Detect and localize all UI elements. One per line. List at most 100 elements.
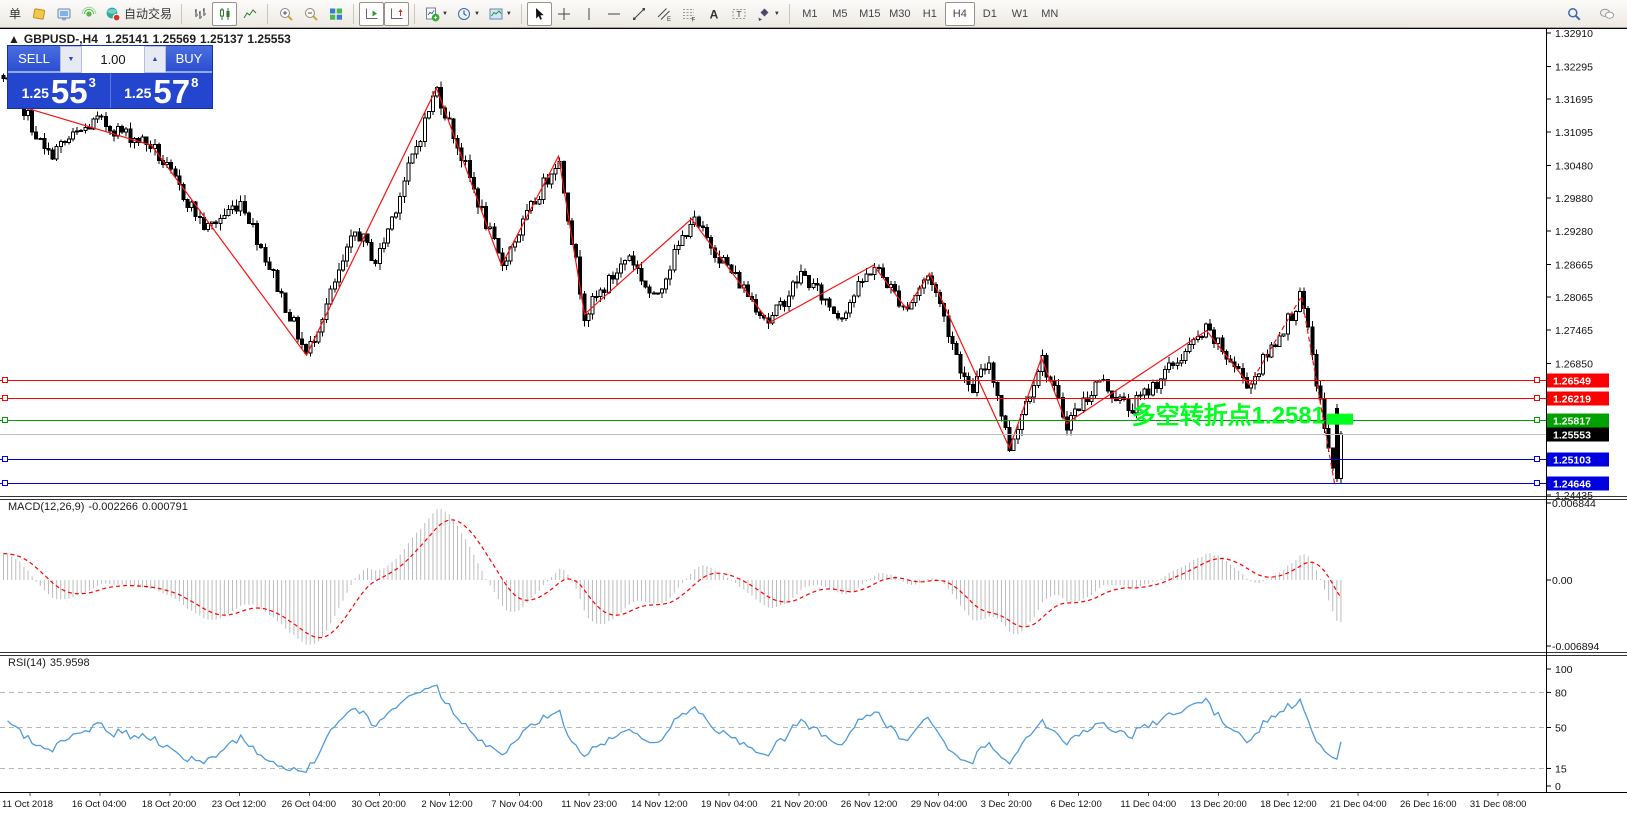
zoom-in-button[interactable] xyxy=(273,2,298,26)
svg-text:100: 100 xyxy=(1555,664,1573,676)
fibonacci-button[interactable]: F xyxy=(677,2,702,26)
timeframe-h1[interactable]: H1 xyxy=(915,2,945,26)
line-chart-button[interactable] xyxy=(237,2,262,26)
tile-windows-button[interactable] xyxy=(323,2,348,26)
timeframe-m30[interactable]: M30 xyxy=(885,2,915,26)
timeframe-mn[interactable]: MN xyxy=(1035,2,1065,26)
rsi-levels xyxy=(0,692,1546,768)
svg-text:A: A xyxy=(710,7,719,21)
svg-text:1.25103: 1.25103 xyxy=(1553,455,1591,467)
hline-1.25553[interactable]: 1.25553 xyxy=(0,428,1609,442)
toolbar: 单 自动交易 ▼ ▼ ▼ E F A T ▼ M1M5M15M30H1H4D1W1MN xyxy=(0,0,1627,28)
label-button[interactable]: T xyxy=(727,2,752,26)
hline-1.26219[interactable]: 1.26219 xyxy=(0,392,1609,406)
signals-button[interactable] xyxy=(76,2,101,26)
svg-text:0.00: 0.00 xyxy=(1552,575,1573,587)
trendline-button[interactable] xyxy=(627,2,652,26)
autotrade-icon xyxy=(105,6,121,22)
new-order-button[interactable]: 单 xyxy=(1,2,26,26)
chart-shift-button[interactable] xyxy=(384,2,409,26)
autotrade-button[interactable]: 自动交易 xyxy=(101,2,176,26)
macd-rsi-divider[interactable] xyxy=(0,655,1627,656)
svg-text:F: F xyxy=(692,17,696,22)
macd-rsi-divider[interactable] xyxy=(0,652,1627,653)
timeframe-m15[interactable]: M15 xyxy=(855,2,885,26)
rsi-name: RSI(14) xyxy=(8,657,46,669)
dropdown-caret-icon[interactable]: ▼ xyxy=(506,11,512,17)
buy-price-big: 57 xyxy=(153,78,190,105)
sell-button[interactable]: SELL xyxy=(8,46,60,73)
bar-chart-button[interactable] xyxy=(187,2,212,26)
dropdown-caret-icon[interactable]: ▼ xyxy=(774,11,780,17)
candlestick-chart-button[interactable] xyxy=(212,2,237,26)
macd-histogram xyxy=(4,509,1341,644)
hline-1.24646[interactable]: 1.24646 xyxy=(0,477,1609,491)
svg-text:-0.006894: -0.006894 xyxy=(1552,641,1599,653)
svg-text:80: 80 xyxy=(1555,687,1567,699)
shapes-button[interactable]: ▼ xyxy=(752,2,784,26)
timeframe-d1[interactable]: D1 xyxy=(975,2,1005,26)
turning-point-annotation[interactable]: 多空转折点1.2581 xyxy=(1132,402,1325,430)
svg-text:1.32295: 1.32295 xyxy=(1555,62,1593,74)
hline-1.26549[interactable]: 1.26549 xyxy=(0,374,1609,388)
svg-text:11 Dec 04:00: 11 Dec 04:00 xyxy=(1120,799,1176,810)
svg-text:50: 50 xyxy=(1555,723,1567,735)
collapse-arrow-icon[interactable]: ▲ xyxy=(8,32,20,46)
periods-button[interactable]: ▼ xyxy=(452,2,484,26)
toolbar-separator xyxy=(181,4,182,24)
monitor-icon xyxy=(56,6,72,22)
timeframe-h4[interactable]: H4 xyxy=(945,2,975,26)
hline-1.25103[interactable]: 1.25103 xyxy=(0,453,1609,467)
svg-text:1.31695: 1.31695 xyxy=(1555,94,1593,106)
line-chart-icon xyxy=(242,6,258,22)
svg-text:1.26219: 1.26219 xyxy=(1553,394,1591,406)
volume-decrease-button[interactable]: ▼ xyxy=(60,46,82,73)
market-depth-button[interactable] xyxy=(51,2,76,26)
dropdown-caret-icon[interactable]: ▼ xyxy=(442,11,448,17)
hline-1.25817[interactable]: 1.25817 xyxy=(0,414,1609,428)
buy-button[interactable]: BUY xyxy=(166,46,212,73)
chart-window-button[interactable] xyxy=(26,2,51,26)
text-button[interactable]: A xyxy=(702,2,727,26)
candles-icon xyxy=(217,6,233,22)
timeframe-w1[interactable]: W1 xyxy=(1005,2,1035,26)
horizontal-line-button[interactable] xyxy=(602,2,627,26)
timeframe-m1[interactable]: M1 xyxy=(795,2,825,26)
crosshair-icon xyxy=(556,6,572,22)
channel-button[interactable]: E xyxy=(652,2,677,26)
chart-canvas[interactable]: 1.329101.322951.316951.310951.304801.298… xyxy=(0,0,1627,815)
buy-price[interactable]: 1.25 57 8 xyxy=(110,73,213,108)
chart-title: ▲GBPUSD-,H4 1.251411.255691.251371.25553 xyxy=(8,32,295,46)
zoom-out-button[interactable] xyxy=(298,2,323,26)
svg-text:T: T xyxy=(737,9,742,19)
rsi-value: 35.9598 xyxy=(50,657,90,669)
svg-text:31 Dec 08:00: 31 Dec 08:00 xyxy=(1470,799,1527,810)
sell-price[interactable]: 1.25 55 3 xyxy=(8,73,110,108)
volume-increase-button[interactable]: ▲ xyxy=(144,46,166,73)
cursor-button[interactable] xyxy=(527,2,552,26)
vertical-line-button[interactable] xyxy=(577,2,602,26)
main-macd-divider[interactable] xyxy=(0,499,1627,500)
rsi-axis: 1008050150 xyxy=(1546,664,1573,793)
crosshair-button[interactable] xyxy=(552,2,577,26)
templates-button[interactable]: ▼ xyxy=(484,2,516,26)
svg-text:1.26549: 1.26549 xyxy=(1553,376,1591,388)
annotation-marker[interactable] xyxy=(1327,414,1353,425)
chat-button[interactable] xyxy=(1594,2,1619,26)
clock-icon xyxy=(456,6,472,22)
main-macd-divider[interactable] xyxy=(0,496,1627,497)
chart-window-top-border xyxy=(0,28,1627,29)
search-button[interactable] xyxy=(1561,2,1586,26)
volume-input[interactable] xyxy=(82,46,144,73)
toolbar-separator xyxy=(521,4,522,24)
ohlc-low: 1.25137 xyxy=(200,32,243,46)
auto-scroll-button[interactable] xyxy=(359,2,384,26)
svg-text:1.31095: 1.31095 xyxy=(1555,127,1593,139)
svg-text:1.29280: 1.29280 xyxy=(1555,226,1593,238)
indicators-button[interactable]: ▼ xyxy=(420,2,452,26)
chat-icon xyxy=(1599,6,1615,22)
dropdown-caret-icon[interactable]: ▼ xyxy=(474,11,480,17)
template-icon xyxy=(488,6,504,22)
timeframe-m5[interactable]: M5 xyxy=(825,2,855,26)
zoom-in-icon xyxy=(278,6,294,22)
